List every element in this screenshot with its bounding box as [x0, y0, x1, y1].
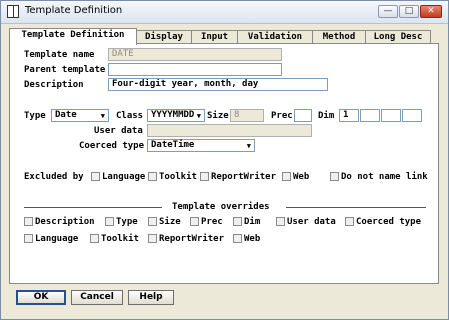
book-icon — [7, 5, 19, 18]
template-name-field: DATE — [108, 48, 282, 61]
title-bar: Template Definition — □ ✕ — [1, 1, 448, 24]
override-prec-label: Prec — [201, 217, 223, 227]
override-user-data-label: User data — [287, 217, 336, 227]
tab-long-desc[interactable]: Long Desc — [365, 30, 431, 44]
type-select-value: Date — [55, 110, 77, 120]
override-reportwriter-checkbox[interactable] — [148, 234, 157, 243]
coerced-type-select-value: DateTime — [151, 140, 195, 150]
excluded-by-label: Excluded by — [24, 172, 84, 182]
override-toolkit-label: Toolkit — [101, 234, 139, 244]
override-size-label: Size — [159, 217, 181, 227]
override-language-checkbox[interactable] — [24, 234, 33, 243]
override-dim-label: Dim — [244, 217, 261, 227]
type-select[interactable]: Date ▼ — [51, 109, 109, 122]
description-field[interactable]: Four-digit year, month, day — [108, 78, 328, 91]
template-name-label: Template name — [24, 50, 95, 60]
window-title: Template Definition — [25, 5, 123, 16]
excluded-web-label: Web — [293, 172, 310, 182]
excluded-toolkit-label: Toolkit — [159, 172, 197, 182]
override-toolkit-checkbox[interactable] — [90, 234, 99, 243]
prec-field[interactable] — [294, 109, 312, 122]
excluded-toolkit-checkbox[interactable] — [148, 172, 157, 181]
tab-display[interactable]: Display — [136, 30, 192, 44]
overrides-divider-right — [286, 207, 426, 208]
override-user-data-checkbox[interactable] — [276, 217, 285, 226]
parent-template-field[interactable] — [108, 63, 282, 76]
excluded-reportwriter-label: ReportWriter — [211, 172, 277, 182]
class-select-value: YYYYMMDD — [151, 110, 195, 120]
do-not-name-link-label: Do not name link — [341, 172, 428, 182]
excluded-reportwriter-checkbox[interactable] — [200, 172, 209, 181]
dim-field-4[interactable] — [402, 109, 422, 122]
chevron-down-icon: ▼ — [100, 112, 105, 120]
override-size-checkbox[interactable] — [148, 217, 157, 226]
size-label: Size — [207, 111, 229, 121]
type-label: Type — [24, 111, 46, 121]
override-type-checkbox[interactable] — [105, 217, 114, 226]
override-reportwriter-label: ReportWriter — [159, 234, 225, 244]
parent-template-label: Parent template — [24, 65, 106, 75]
override-coerced-type-label: Coerced type — [356, 217, 422, 227]
override-web-checkbox[interactable] — [233, 234, 242, 243]
size-field: 8 — [230, 109, 264, 122]
tab-method[interactable]: Method — [312, 30, 366, 44]
dim-field-2[interactable] — [360, 109, 380, 122]
excluded-language-checkbox[interactable] — [91, 172, 100, 181]
override-language-label: Language — [35, 234, 79, 244]
override-description-label: Description — [35, 217, 95, 227]
close-button[interactable]: ✕ — [420, 5, 442, 18]
template-overrides-heading: Template overrides — [172, 202, 270, 212]
minimize-button[interactable]: — — [378, 5, 398, 18]
user-data-label: User data — [94, 126, 143, 136]
dim-field-3[interactable] — [381, 109, 401, 122]
override-coerced-type-checkbox[interactable] — [345, 217, 354, 226]
override-dim-checkbox[interactable] — [233, 217, 242, 226]
description-label: Description — [24, 80, 84, 90]
tab-panel: Template name DATE Parent template Descr… — [9, 43, 439, 284]
excluded-web-checkbox[interactable] — [282, 172, 291, 181]
tab-validation[interactable]: Validation — [237, 30, 313, 44]
dim-field-1[interactable]: 1 — [339, 109, 359, 122]
overrides-divider-left — [24, 207, 162, 208]
user-data-field — [147, 124, 312, 137]
prec-label: Prec — [271, 111, 293, 121]
help-button[interactable]: Help — [128, 290, 174, 305]
coerced-type-select[interactable]: DateTime ▼ — [147, 139, 255, 152]
template-definition-window: Template Definition — □ ✕ Template Defin… — [0, 0, 449, 320]
cancel-button[interactable]: Cancel — [71, 290, 123, 305]
override-type-label: Type — [116, 217, 138, 227]
override-web-label: Web — [244, 234, 261, 244]
tab-input[interactable]: Input — [191, 30, 238, 44]
chevron-down-icon: ▼ — [246, 142, 251, 150]
dim-label: Dim — [318, 111, 335, 121]
do-not-name-link-checkbox[interactable] — [330, 172, 339, 181]
ok-button[interactable]: OK — [16, 290, 66, 305]
class-select[interactable]: YYYYMMDD ▼ — [147, 109, 205, 122]
override-description-checkbox[interactable] — [24, 217, 33, 226]
coerced-type-label: Coerced type — [79, 141, 145, 151]
chevron-down-icon: ▼ — [196, 112, 201, 120]
maximize-button[interactable]: □ — [399, 5, 419, 18]
tab-template-definition[interactable]: Template Definition — [9, 28, 137, 45]
class-label: Class — [116, 111, 144, 121]
override-prec-checkbox[interactable] — [190, 217, 199, 226]
excluded-language-label: Language — [102, 172, 146, 182]
